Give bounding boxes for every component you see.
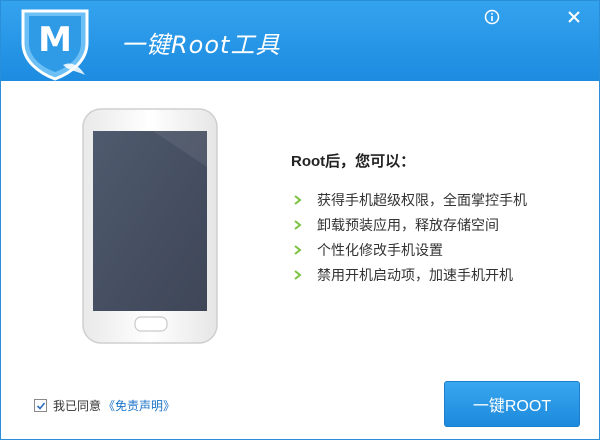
feature-text: 获得手机超级权限，全面掌控手机: [317, 191, 527, 208]
info-circle-icon: [484, 9, 500, 25]
agree-label: 我已同意: [53, 399, 102, 413]
title-bar[interactable]: M 一键Root工具: [1, 1, 599, 81]
chevron-right-icon: [291, 268, 305, 282]
features-heading: Root后，您可以：: [291, 153, 416, 170]
feature-text: 禁用开机启动项，加速手机开机: [317, 266, 513, 283]
features-panel: Root后，您可以： 获得手机超级权限，全面掌控手机 卸载预装应用，释放存储空间…: [291, 151, 591, 287]
agree-checkbox[interactable]: [34, 399, 47, 412]
info-button[interactable]: [482, 7, 502, 27]
close-icon: [568, 11, 580, 23]
chevron-right-icon: [291, 193, 305, 207]
feature-item: 禁用开机启动项，加速手机开机: [291, 262, 591, 287]
feature-text: 个性化修改手机设置: [317, 241, 443, 258]
svg-text:M: M: [38, 20, 72, 60]
checkmark-icon: [36, 401, 45, 410]
chevron-right-icon: [291, 243, 305, 257]
shield-logo-icon: M: [21, 9, 89, 81]
feature-item: 卸载预装应用，释放存储空间: [291, 212, 591, 237]
feature-item: 个性化修改手机设置: [291, 237, 591, 262]
feature-text: 卸载预装应用，释放存储空间: [317, 216, 499, 233]
phone-illustration: [82, 108, 218, 344]
one-click-root-button[interactable]: 一键ROOT: [444, 381, 580, 427]
agreement-row: 我已同意 《免责声明》: [34, 397, 175, 414]
close-button[interactable]: [564, 7, 584, 27]
app-window: M 一键Root工具 Root后，您可以： 获得手机超级权限，全面掌控手机 卸载…: [0, 0, 600, 440]
disclaimer-link[interactable]: 《免责声明》: [103, 397, 175, 414]
chevron-right-icon: [291, 218, 305, 232]
window-title: 一键Root工具: [121, 31, 281, 59]
feature-item: 获得手机超级权限，全面掌控手机: [291, 187, 591, 212]
